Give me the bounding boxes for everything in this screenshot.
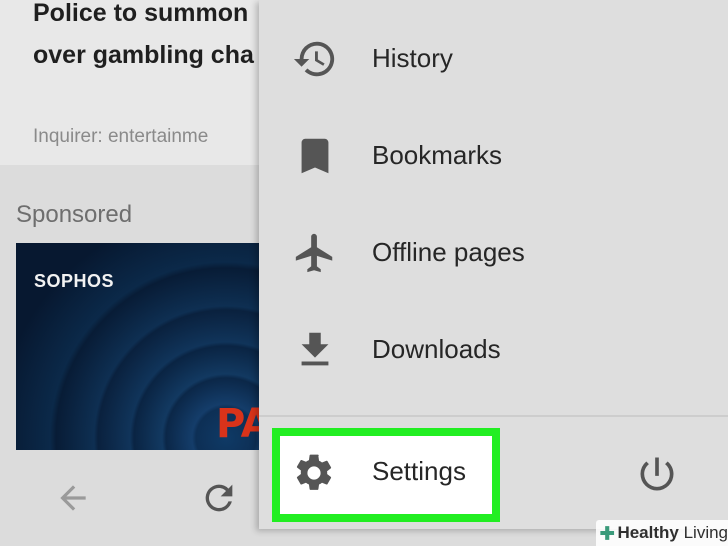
sponsored-label: Sponsored xyxy=(16,201,133,228)
menu-item-bookmarks[interactable]: Bookmarks xyxy=(259,107,728,204)
news-title-line-2: over gambling cha xyxy=(33,41,254,69)
power-button[interactable] xyxy=(632,449,682,499)
refresh-icon xyxy=(205,484,233,512)
menu-item-label: Bookmarks xyxy=(372,140,503,170)
menu-item-label: Offline pages xyxy=(372,237,525,267)
menu-item-history[interactable]: History xyxy=(259,10,728,107)
menu-item-label: History xyxy=(372,43,453,73)
back-button[interactable] xyxy=(49,474,97,522)
gear-icon xyxy=(290,449,338,497)
news-title-line-1: Police to summon xyxy=(33,0,249,27)
news-title: Police to summon over gambling cha xyxy=(33,0,263,76)
refresh-button[interactable] xyxy=(195,474,243,522)
menu-item-offline-pages[interactable]: Offline pages xyxy=(259,204,728,301)
settings-menu-item[interactable]: Settings xyxy=(372,456,466,487)
ad-brand-logo: SOPHOS xyxy=(34,271,115,291)
medical-cross-icon xyxy=(600,526,615,540)
power-icon xyxy=(640,457,674,491)
watermark-brand-regular: Living xyxy=(678,523,728,542)
watermark: Healthy Living xyxy=(596,520,728,546)
history-icon xyxy=(291,35,339,83)
watermark-brand-bold: Healthy xyxy=(617,523,679,542)
menu-footer-row: Settings xyxy=(259,417,728,529)
download-icon xyxy=(291,326,339,374)
watermark-text: Healthy Living xyxy=(617,523,728,543)
menu-item-label: Downloads xyxy=(372,334,501,364)
airplane-icon xyxy=(291,229,339,277)
bookmark-icon xyxy=(291,132,339,180)
ad-promo-text: PA xyxy=(216,401,260,447)
arrow-left-icon xyxy=(60,485,86,511)
overflow-menu: History Bookmarks Offline pages Download… xyxy=(259,0,728,529)
news-source: Inquirer: entertainme xyxy=(33,126,209,147)
menu-item-downloads[interactable]: Downloads xyxy=(259,301,728,398)
sponsored-ad-image[interactable]: SOPHOS PA xyxy=(16,243,260,450)
